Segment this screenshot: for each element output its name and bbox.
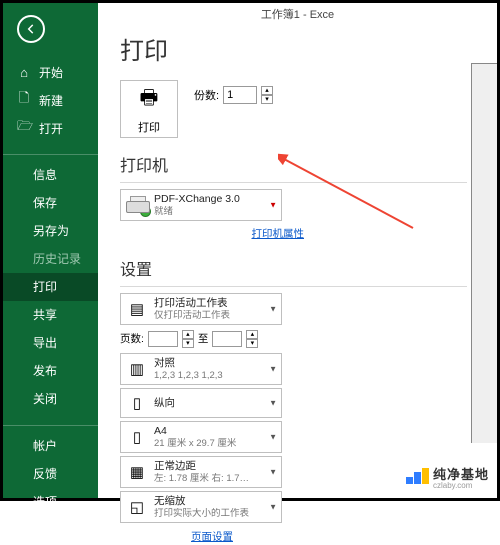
scaling-icon: ◱ (126, 496, 148, 518)
printer-selected-icon: ✓ (126, 194, 148, 216)
home-icon: ⌂ (17, 65, 31, 80)
chevron-down-icon: ▼ (269, 398, 277, 407)
nav-label: 开始 (39, 64, 63, 81)
watermark-logo-icon (406, 468, 428, 490)
nav-label: 打开 (39, 120, 63, 137)
chevron-down-icon: ▼ (269, 467, 277, 476)
combo-sub: 左: 1.78 厘米 右: 1.7… (154, 473, 249, 484)
scaling-combo[interactable]: ◱ 无缩放 打印实际大小的工作表 ▼ (120, 491, 282, 523)
combo-sub: 21 厘米 x 29.7 厘米 (154, 438, 236, 449)
printer-icon: 🖶 (140, 83, 159, 117)
combo-title: 纵向 (154, 397, 175, 410)
spin-down[interactable]: ▾ (246, 339, 258, 348)
chevron-down-icon: ▼ (269, 364, 277, 373)
margins-combo[interactable]: ▦ 正常边距 左: 1.78 厘米 右: 1.7… ▼ (120, 456, 282, 488)
titlebar: 工作簿1 - Exce (98, 3, 497, 25)
nav-label: 新建 (39, 92, 63, 109)
open-icon: 🗁 (17, 117, 31, 139)
collate-icon: ▥ (126, 358, 148, 380)
page-setup-link[interactable]: 页面设置 (191, 531, 233, 543)
watermark-url: czlaby.com (433, 482, 489, 490)
nav-export[interactable]: 导出 (3, 329, 98, 357)
watermark: 纯净基地 czlaby.com (406, 468, 489, 490)
page-title: 打印 (120, 31, 497, 66)
combo-title: 对照 (154, 357, 223, 370)
nav-info[interactable]: 信息 (3, 161, 98, 189)
nav-open[interactable]: 🗁 打开 (3, 114, 98, 142)
spin-down[interactable]: ▾ (182, 339, 194, 348)
printer-section-title: 打印机 (120, 152, 497, 176)
nav-saveas[interactable]: 另存为 (3, 217, 98, 245)
printer-combo[interactable]: ✓ PDF-XChange 3.0 就绪 ▼ (120, 189, 282, 221)
copies-up[interactable]: ▴ (261, 86, 273, 95)
collate-combo[interactable]: ▥ 对照 1,2,3 1,2,3 1,2,3 ▼ (120, 353, 282, 385)
nav-print[interactable]: 打印 (3, 273, 98, 301)
nav-close[interactable]: 关闭 (3, 385, 98, 413)
chevron-down-icon: ▼ (269, 502, 277, 511)
back-icon[interactable] (17, 15, 45, 43)
pages-label: 页数: (120, 331, 144, 346)
nav-history: 历史记录 (3, 245, 98, 273)
nav-new[interactable]: 🗋 新建 (3, 86, 98, 114)
combo-title: 打印活动工作表 (154, 297, 230, 310)
chevron-down-icon: ▼ (269, 304, 277, 313)
sidebar: ⌂ 开始 🗋 新建 🗁 打开 信息 保存 另存为 历史记录 打印 共享 导出 发布 关… (3, 3, 98, 498)
nav-options[interactable]: 选项 (3, 488, 98, 516)
nav-feedback[interactable]: 反馈 (3, 460, 98, 488)
chevron-down-icon: ▼ (269, 432, 277, 441)
paper-icon: ▯ (126, 426, 148, 448)
chevron-down-icon: ▼ (269, 200, 277, 209)
combo-sub: 打印实际大小的工作表 (154, 508, 249, 519)
preview-edge (471, 63, 497, 443)
spin-up[interactable]: ▴ (182, 330, 194, 339)
printer-name: PDF-XChange 3.0 (154, 193, 240, 206)
nav-share[interactable]: 共享 (3, 301, 98, 329)
nav-save[interactable]: 保存 (3, 189, 98, 217)
portrait-icon: ▯ (126, 392, 148, 414)
print-button[interactable]: 🖶 打印 (120, 80, 178, 138)
pages-from-input[interactable] (148, 331, 178, 347)
copies-label: 份数: (194, 87, 219, 103)
orientation-combo[interactable]: ▯ 纵向 ▼ (120, 388, 282, 418)
new-icon: 🗋 (17, 89, 31, 111)
printer-status: 就绪 (154, 206, 240, 217)
spin-up[interactable]: ▴ (246, 330, 258, 339)
watermark-text: 纯净基地 (433, 468, 489, 482)
nav-home[interactable]: ⌂ 开始 (3, 58, 98, 86)
main: 工作簿1 - Exce 打印 🖶 打印 份数: ▴ ▾ 打印机 ✓ (98, 3, 497, 498)
nav-publish[interactable]: 发布 (3, 357, 98, 385)
combo-title: A4 (154, 425, 236, 438)
margins-icon: ▦ (126, 461, 148, 483)
combo-sub: 1,2,3 1,2,3 1,2,3 (154, 370, 223, 381)
printer-properties-link[interactable]: 打印机属性 (252, 228, 305, 240)
settings-section-title: 设置 (120, 256, 497, 280)
paper-combo[interactable]: ▯ A4 21 厘米 x 29.7 厘米 ▼ (120, 421, 282, 453)
copies-down[interactable]: ▾ (261, 95, 273, 104)
pages-to-input[interactable] (212, 331, 242, 347)
pages-to-label: 至 (198, 331, 209, 346)
combo-title: 正常边距 (154, 460, 249, 473)
copies-input[interactable] (223, 86, 257, 104)
nav-account[interactable]: 帐户 (3, 432, 98, 460)
print-button-label: 打印 (138, 119, 160, 135)
combo-sub: 仅打印活动工作表 (154, 310, 230, 321)
sheet-icon: ▤ (126, 298, 148, 320)
scope-combo[interactable]: ▤ 打印活动工作表 仅打印活动工作表 ▼ (120, 293, 282, 325)
combo-title: 无缩放 (154, 495, 249, 508)
